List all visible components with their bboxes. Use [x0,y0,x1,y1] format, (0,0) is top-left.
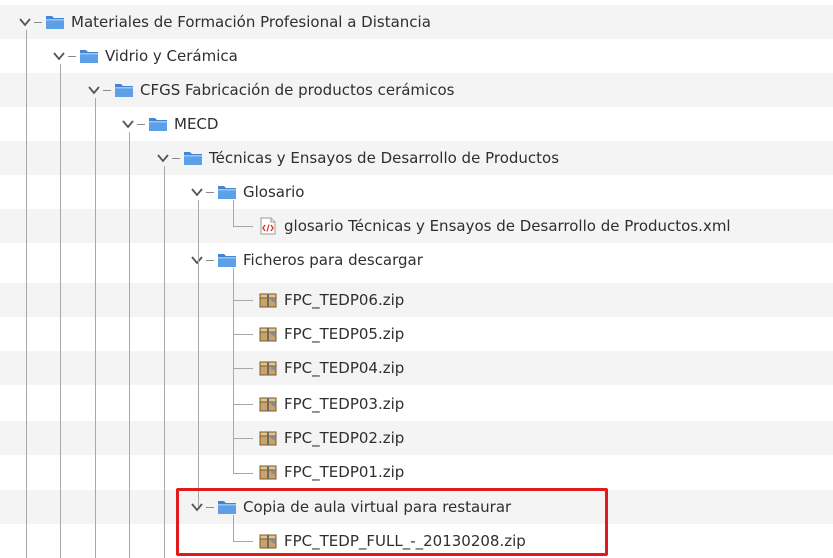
tree-guide-line [233,368,253,369]
zip-archive-icon [258,395,278,413]
folder-icon [183,149,203,167]
tree-node-label[interactable]: FPC_TEDP03.zip [284,387,404,421]
tree-guide-line [233,334,253,335]
tree-guide-line [198,200,199,507]
tree-row[interactable]: FPC_TEDP06.zip [0,283,833,317]
tree-node-label[interactable]: MECD [174,107,218,141]
chevron-down-icon[interactable] [18,15,32,29]
tree-guide-line [95,98,96,558]
folder-icon [79,47,99,65]
tree-guide-line [233,541,253,542]
chevron-down-icon[interactable] [121,117,135,131]
tree-connector [137,123,145,125]
tree-node-label[interactable]: CFGS Fabricación de productos cerámicos [140,73,454,107]
tree-guide-line [233,473,253,474]
tree-row[interactable]: Ficheros para descargar [0,243,833,277]
tree-node-label[interactable]: Ficheros para descargar [243,243,423,277]
zip-archive-icon [258,359,278,377]
tree-guide-line [233,438,253,439]
tree-row[interactable]: glosario Técnicas y Ensayos de Desarroll… [0,209,833,243]
tree-node-label[interactable]: Copia de aula virtual para restaurar [243,490,511,524]
tree-row[interactable]: Técnicas y Ensayos de Desarrollo de Prod… [0,141,833,175]
folder-icon [217,251,237,269]
zip-archive-icon [258,291,278,309]
tree-connector [172,157,180,159]
chevron-down-icon[interactable] [52,49,66,63]
zip-archive-icon [258,325,278,343]
tree-row[interactable]: Copia de aula virtual para restaurar [0,490,833,524]
tree-node-label[interactable]: Glosario [243,175,305,209]
zip-archive-icon [258,463,278,481]
chevron-down-icon[interactable] [190,500,204,514]
folder-icon [114,81,134,99]
tree-row[interactable]: CFGS Fabricación de productos cerámicos [0,73,833,107]
tree-row[interactable]: FPC_TEDP04.zip [0,351,833,385]
tree-node-label[interactable]: FPC_TEDP06.zip [284,283,404,317]
tree-node-label[interactable]: FPC_TEDP01.zip [284,455,404,489]
tree-row[interactable]: MECD [0,107,833,141]
zip-archive-icon [258,532,278,550]
tree-row[interactable]: Materiales de Formación Profesional a Di… [0,5,833,39]
folder-icon [217,183,237,201]
tree-connector [34,21,42,23]
tree-guide-line [60,64,61,558]
tree-row[interactable]: FPC_TEDP05.zip [0,317,833,351]
tree-guide-line [129,132,130,558]
tree-node-label[interactable]: Vidrio y Cerámica [105,39,238,73]
tree-connector [206,191,214,193]
tree-guide-line [233,226,253,227]
xml-file-icon [258,217,278,235]
tree-node-label[interactable]: FPC_TEDP05.zip [284,317,404,351]
tree-row[interactable]: FPC_TEDP03.zip [0,387,833,421]
tree-guide-line [164,166,165,558]
folder-icon [148,115,168,133]
chevron-down-icon[interactable] [156,151,170,165]
tree-guide-line [233,200,234,226]
tree-guide-line [233,404,253,405]
chevron-down-icon[interactable] [190,185,204,199]
zip-archive-icon [258,429,278,447]
folder-icon [217,498,237,516]
tree-connector [68,55,76,57]
tree-connector [103,89,111,91]
tree-connector [206,259,214,261]
tree-node-label[interactable]: FPC_TEDP02.zip [284,421,404,455]
tree-row[interactable]: FPC_TEDP_FULL_-_20130208.zip [0,524,833,558]
tree-node-label[interactable]: FPC_TEDP04.zip [284,351,404,385]
tree-guide-line [233,515,234,541]
tree-row[interactable]: FPC_TEDP02.zip [0,421,833,455]
tree-guide-line [233,268,234,474]
tree-connector [206,506,214,508]
file-tree: Materiales de Formación Profesional a Di… [0,0,833,558]
tree-guide-line [233,300,253,301]
chevron-down-icon[interactable] [190,253,204,267]
tree-row[interactable]: Glosario [0,175,833,209]
tree-node-label[interactable]: Técnicas y Ensayos de Desarrollo de Prod… [209,141,559,175]
tree-node-label[interactable]: glosario Técnicas y Ensayos de Desarroll… [284,209,731,243]
tree-row[interactable]: FPC_TEDP01.zip [0,455,833,489]
folder-icon [45,13,65,31]
tree-row[interactable]: Vidrio y Cerámica [0,39,833,73]
tree-node-label[interactable]: Materiales de Formación Profesional a Di… [71,5,431,39]
chevron-down-icon[interactable] [87,83,101,97]
tree-node-label[interactable]: FPC_TEDP_FULL_-_20130208.zip [284,524,526,558]
tree-guide-line [26,30,27,558]
